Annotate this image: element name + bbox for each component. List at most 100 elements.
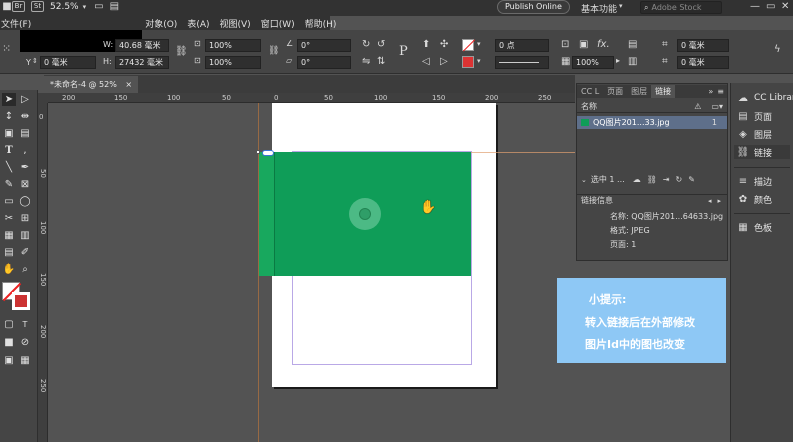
close-icon[interactable]: ✕ — [781, 1, 789, 12]
frame-fitting-option-icon[interactable]: ⌗ — [662, 39, 668, 50]
rectangle-tool-icon[interactable]: ▭ — [2, 195, 16, 208]
align-frame-icon[interactable]: ▤ — [628, 39, 637, 50]
scale-y-field[interactable]: 100% — [205, 56, 261, 69]
stepper-icon[interactable]: ⇕ — [32, 57, 38, 65]
publish-online-button[interactable]: Publish Online — [497, 0, 570, 14]
frame-fitting-icon[interactable]: ⊡ — [561, 39, 569, 50]
warning-icon[interactable]: ⚠ — [694, 102, 701, 111]
adobe-stock-search[interactable]: ⌕ Adobe Stock — [640, 1, 722, 14]
update-link-icon[interactable]: ↻ — [676, 175, 683, 184]
gap-tool-icon[interactable]: ⇹ — [18, 110, 32, 123]
type-on-path-icon[interactable]: , — [18, 144, 32, 157]
goto-link-icon[interactable]: ⇥ — [663, 175, 670, 184]
flip-vertical-icon[interactable]: ⇅ — [377, 56, 385, 67]
frame-fitting-option2-icon[interactable]: ⌗ — [662, 56, 668, 67]
page-tool-icon[interactable]: ↕ — [2, 110, 16, 123]
link-badge-icon[interactable] — [262, 150, 274, 156]
panel-menu-icon[interactable]: ≡ — [717, 87, 724, 96]
auto-fit-icon[interactable]: ▥ — [628, 56, 637, 67]
workspace-switcher[interactable]: 基本功能 — [581, 2, 617, 15]
reference-point-icon[interactable]: ⁙ — [2, 42, 11, 55]
frame-handle[interactable] — [256, 150, 260, 154]
shear-field[interactable]: 0° — [297, 56, 351, 69]
rectangle-frame-tool-icon[interactable]: ⊠ — [18, 178, 32, 191]
minimize-icon[interactable]: — — [750, 1, 760, 12]
name-column-header[interactable]: 名称 — [581, 101, 597, 112]
constrain-scale-icon[interactable]: ⛓ — [268, 46, 279, 56]
ruler-corner[interactable] — [38, 93, 48, 103]
stroke-type-field[interactable] — [495, 56, 549, 69]
frame-offset2-field[interactable]: 0 毫米 — [677, 56, 729, 69]
page-column-icon[interactable]: ▭▾ — [711, 102, 723, 111]
menu-help[interactable]: 帮助(H) — [305, 17, 337, 30]
screen-mode-icon[interactable]: ▤ — [110, 1, 119, 12]
menu-object[interactable]: 对象(O) — [145, 17, 177, 30]
apply-color-icon[interactable]: ■ — [2, 336, 16, 349]
dock-links[interactable]: ⛓ 链接 — [734, 145, 790, 159]
dock-pages[interactable]: ▤ 页面 — [737, 109, 772, 123]
dock-stroke[interactable]: ≡ 描边 — [737, 174, 772, 188]
close-icon[interactable]: × — [125, 80, 132, 89]
select-container-icon[interactable]: ⬆ — [422, 39, 430, 50]
stock-app-button[interactable]: St — [31, 1, 44, 12]
rotate-field[interactable]: 0° — [297, 39, 351, 52]
menu-file[interactable]: 文件(F) — [1, 17, 31, 30]
stroke-swatch[interactable] — [462, 56, 474, 68]
panel-expand-icon[interactable]: » — [708, 87, 713, 96]
view-options-icon[interactable]: ▭ — [94, 1, 103, 12]
chevron-down-icon[interactable]: ▾ — [83, 3, 87, 11]
next-link-icon[interactable]: ▸ — [717, 197, 721, 205]
select-previous-icon[interactable]: ◁ — [422, 56, 430, 67]
horizontal-ruler[interactable]: 200 150 100 50 0 50 100 150 200 250 — [48, 93, 575, 103]
document-tab[interactable]: *未命名-4 @ 52% × — [44, 76, 139, 93]
fill-stroke-swatches[interactable] — [2, 282, 34, 312]
vertical-ruler[interactable]: 0 50 100 150 200 250 — [38, 103, 48, 442]
gradient-feather-tool-icon[interactable]: ▥ — [18, 229, 32, 242]
select-content-icon[interactable]: ✣ — [440, 39, 448, 50]
lightning-icon[interactable]: ϟ — [774, 44, 781, 55]
view-mode-preview-icon[interactable]: ▦ — [18, 354, 32, 367]
view-mode-icon[interactable]: ▣ — [2, 354, 16, 367]
flip-horizontal-icon[interactable]: ⇋ — [362, 56, 370, 67]
zoom-tool-icon[interactable]: ⌕ — [18, 263, 32, 276]
hand-tool-icon[interactable]: ✋ — [2, 263, 16, 276]
width-field[interactable]: 40.68 毫米 — [115, 39, 169, 52]
menu-table[interactable]: 表(A) — [187, 17, 209, 30]
link-info-header[interactable]: 链接信息 ◂ ▸ — [577, 194, 727, 206]
drop-shadow-icon[interactable]: ▣ — [579, 39, 588, 50]
chevron-down-icon[interactable]: ⌄ — [581, 176, 587, 184]
dock-cc-libraries[interactable]: ☁ CC Librar — [737, 91, 793, 105]
bridge-app-button[interactable]: Br — [12, 1, 25, 12]
chevron-down-icon[interactable]: ▾ — [619, 2, 623, 10]
constrain-proportions-icon[interactable]: ⛓ — [175, 46, 188, 57]
tab-links[interactable]: 链接 — [651, 85, 676, 98]
ellipse-tool-icon[interactable]: ◯ — [18, 195, 32, 208]
gradient-swatch-tool-icon[interactable]: ▦ — [2, 229, 16, 242]
stroke-weight-field[interactable]: 0 点 — [495, 39, 549, 52]
line-tool-icon[interactable]: ╲ — [2, 161, 16, 174]
maximize-icon[interactable]: ▭ — [766, 1, 775, 12]
formatting-container-icon[interactable]: ▢ — [2, 318, 16, 331]
zoom-level[interactable]: 52.5% — [50, 2, 79, 12]
prev-link-icon[interactable]: ◂ — [708, 197, 712, 205]
rotate-ccw-icon[interactable]: ↺ — [377, 39, 385, 50]
cc-cloud-icon[interactable]: ☁ — [633, 175, 641, 184]
content-placer-icon[interactable]: ▤ — [18, 127, 32, 140]
chevron-down-icon[interactable]: ▾ — [477, 40, 481, 48]
tab-pages[interactable]: 页面 — [603, 85, 627, 98]
type-tool-icon[interactable]: T — [2, 144, 16, 157]
scissors-tool-icon[interactable]: ✂ — [2, 212, 16, 225]
y-position-field[interactable]: 0 毫米 — [40, 56, 96, 69]
tab-layers[interactable]: 图层 — [627, 85, 651, 98]
note-tool-icon[interactable]: ▤ — [2, 246, 16, 259]
content-collector-icon[interactable]: ▣ — [2, 127, 16, 140]
opacity-field[interactable]: 100% — [572, 56, 614, 69]
pen-tool-icon[interactable]: ✒ — [18, 161, 32, 174]
scale-x-field[interactable]: 100% — [205, 39, 261, 52]
menu-view[interactable]: 视图(V) — [220, 17, 251, 30]
rotate-cw-icon[interactable]: ↻ — [362, 39, 370, 50]
relink-icon[interactable]: ⛓ — [647, 175, 657, 184]
select-next-icon[interactable]: ▷ — [440, 56, 448, 67]
apply-none-icon[interactable]: ⊘ — [18, 336, 32, 349]
direct-selection-tool-icon[interactable]: ▷ — [18, 93, 32, 106]
